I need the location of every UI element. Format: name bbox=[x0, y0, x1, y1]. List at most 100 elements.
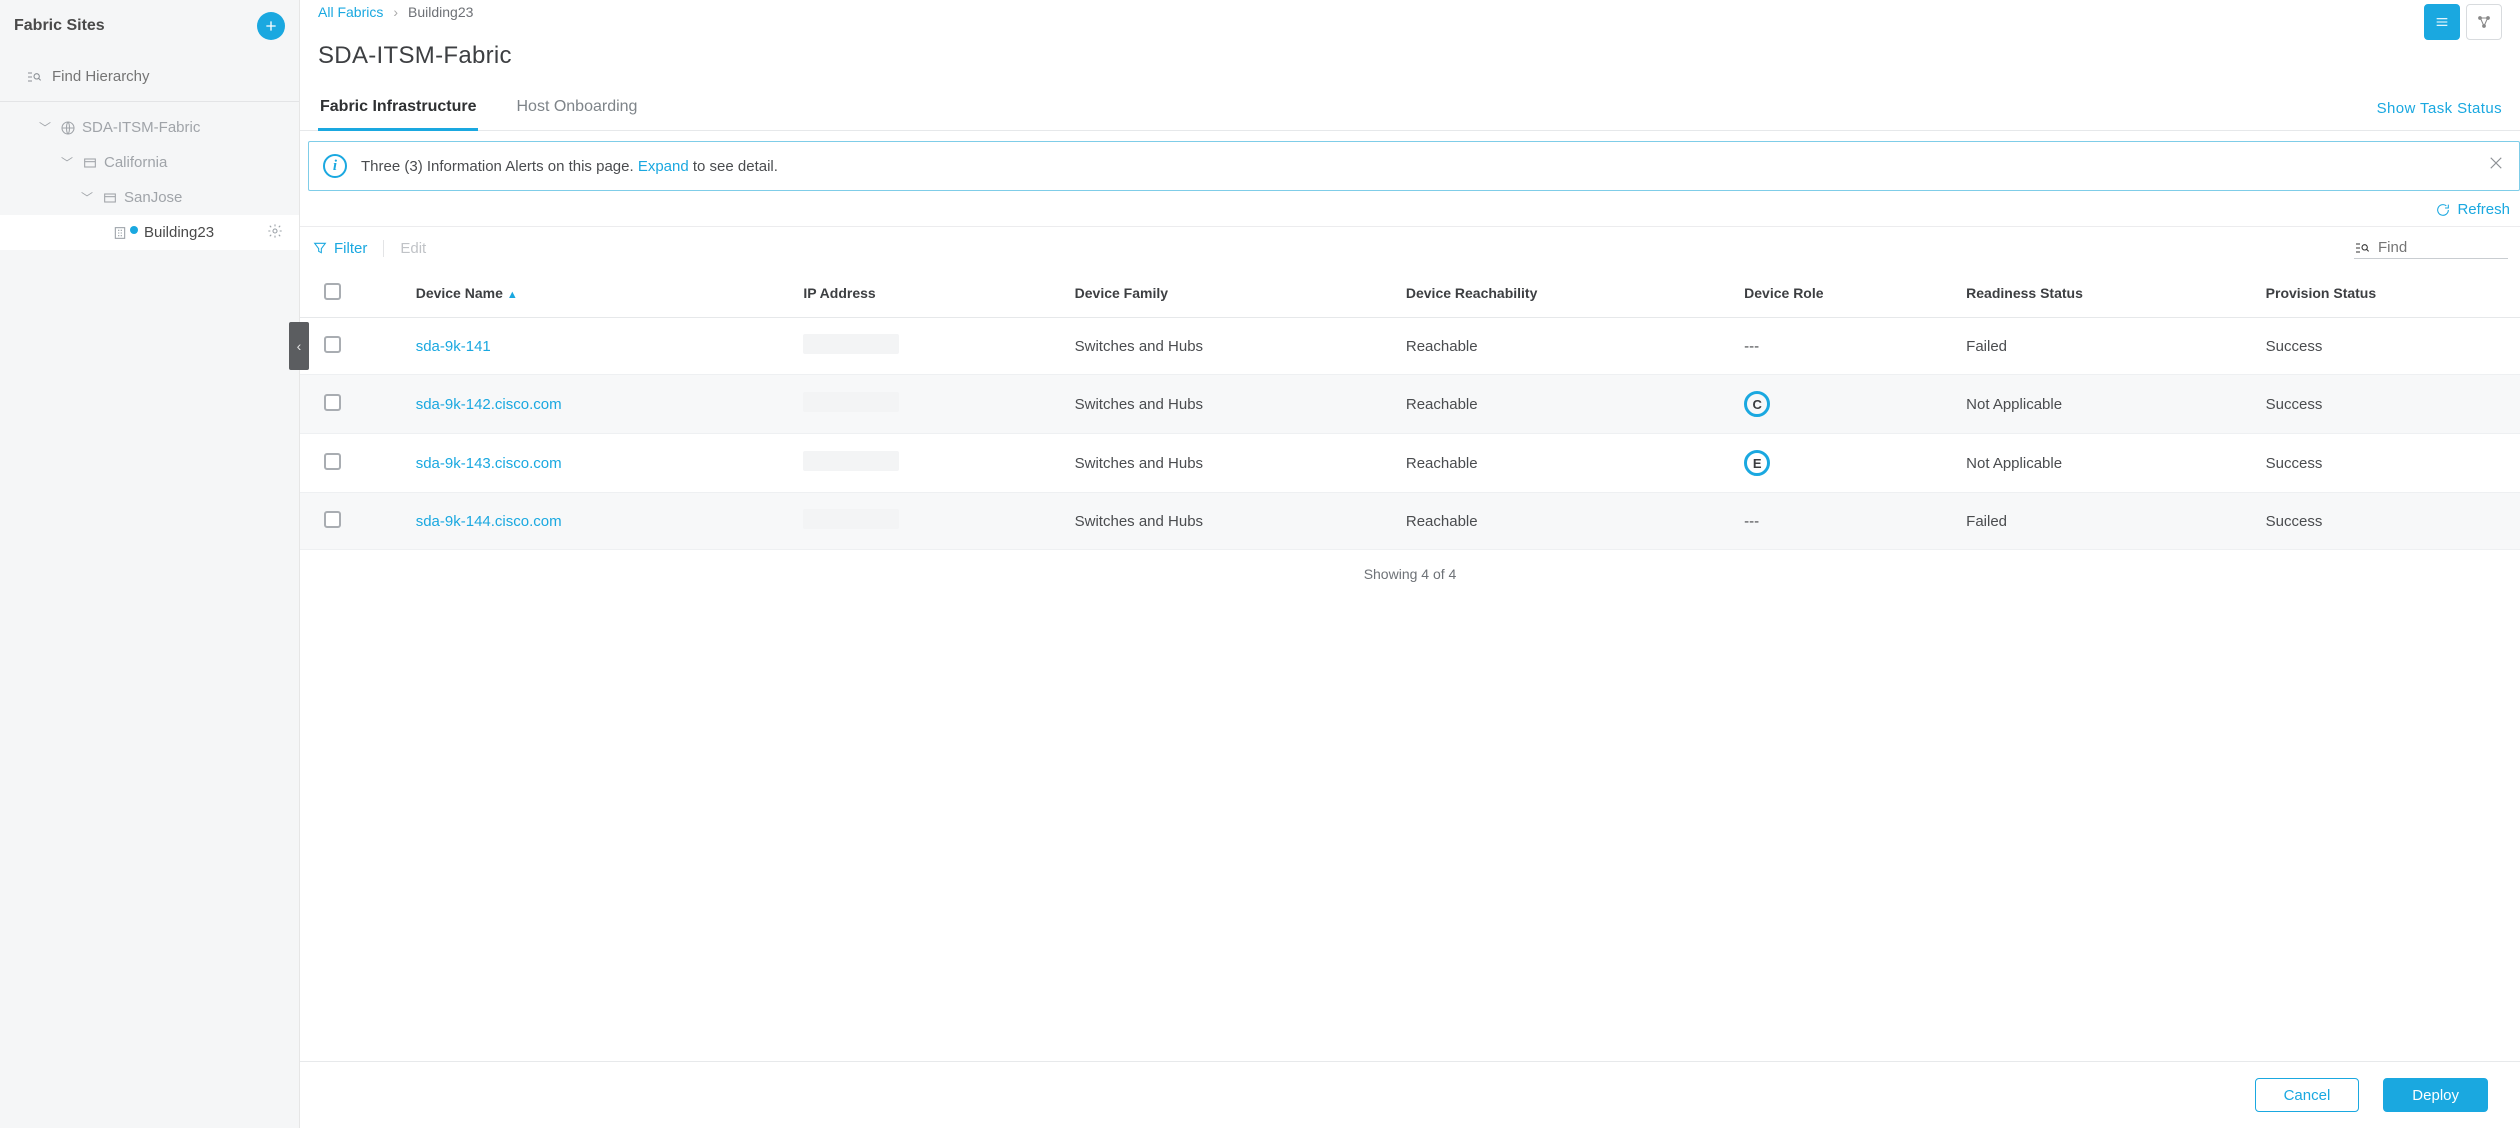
cell-readiness-status: Failed bbox=[1956, 493, 2256, 550]
area-icon bbox=[102, 190, 118, 206]
table-header-row: Device Name▲ IP Address Device Family De… bbox=[300, 269, 2520, 318]
breadcrumb: All Fabrics › Building23 bbox=[318, 4, 473, 20]
gear-icon bbox=[267, 223, 283, 239]
alert-text-post: to see detail. bbox=[689, 158, 778, 175]
checkbox-icon[interactable] bbox=[324, 511, 341, 528]
collapse-sidebar-button[interactable]: ‹ bbox=[289, 322, 309, 370]
redacted-ip bbox=[803, 451, 899, 471]
table-toolbar: Filter Edit bbox=[300, 226, 2520, 269]
sort-asc-icon: ▲ bbox=[507, 289, 518, 301]
main-panel: All Fabrics › Building23 SDA-ITSM-Fabric… bbox=[300, 0, 2520, 1128]
table-row[interactable]: sda-9k-144.cisco.com Switches and HubsRea… bbox=[300, 493, 2520, 550]
header-select-all[interactable] bbox=[300, 269, 406, 318]
tree-item-label: California bbox=[104, 154, 167, 171]
tree-item-sanjose[interactable]: ﹀ SanJose bbox=[0, 180, 299, 215]
find-hierarchy[interactable] bbox=[0, 52, 299, 102]
footer-actions: Cancel Deploy bbox=[300, 1061, 2520, 1128]
device-name-link[interactable]: sda-9k-142.cisco.com bbox=[416, 396, 562, 413]
tree-item-label: Building23 bbox=[144, 224, 214, 241]
top-bar: All Fabrics › Building23 bbox=[300, 0, 2520, 40]
row-select[interactable] bbox=[300, 434, 406, 493]
tab-fabric-infrastructure[interactable]: Fabric Infrastructure bbox=[318, 86, 478, 131]
alert-text-pre: Three (3) Information Alerts on this pag… bbox=[361, 158, 638, 175]
cell-device-family: Switches and Hubs bbox=[1065, 493, 1396, 550]
header-ip-address[interactable]: IP Address bbox=[793, 269, 1064, 318]
add-fabric-site-button[interactable] bbox=[257, 12, 285, 40]
cell-readiness-status: Not Applicable bbox=[1956, 434, 2256, 493]
cell-readiness-status: Not Applicable bbox=[1956, 375, 2256, 434]
list-search-icon bbox=[26, 69, 42, 85]
cell-ip-address bbox=[793, 493, 1064, 550]
checkbox-icon[interactable] bbox=[324, 394, 341, 411]
chevron-down-icon[interactable]: ﹀ bbox=[36, 119, 54, 136]
cell-device-reachability: Reachable bbox=[1396, 493, 1734, 550]
cell-device-name: sda-9k-141 bbox=[406, 318, 794, 375]
filter-button[interactable]: Filter bbox=[312, 240, 384, 257]
header-readiness-status[interactable]: Readiness Status bbox=[1956, 269, 2256, 318]
building-icon bbox=[112, 225, 128, 241]
row-select[interactable] bbox=[300, 318, 406, 375]
redacted-ip bbox=[803, 392, 899, 412]
breadcrumb-root[interactable]: All Fabrics bbox=[318, 4, 383, 20]
header-device-reachability[interactable]: Device Reachability bbox=[1396, 269, 1734, 318]
tree-item-label: SanJose bbox=[124, 189, 182, 206]
table-find[interactable] bbox=[2354, 237, 2508, 259]
cancel-button[interactable]: Cancel bbox=[2255, 1078, 2360, 1112]
table-summary: Showing 4 of 4 bbox=[300, 550, 2520, 598]
edit-button: Edit bbox=[400, 240, 426, 257]
cell-device-family: Switches and Hubs bbox=[1065, 318, 1396, 375]
page-title: SDA-ITSM-Fabric bbox=[300, 40, 2520, 70]
cell-provision-status: Success bbox=[2256, 434, 2520, 493]
cell-provision-status: Success bbox=[2256, 318, 2520, 375]
view-topology-button[interactable] bbox=[2466, 4, 2502, 40]
table-row[interactable]: sda-9k-142.cisco.comSwitches and HubsRea… bbox=[300, 375, 2520, 434]
redacted-ip bbox=[803, 509, 899, 529]
view-toggle bbox=[2424, 4, 2502, 40]
header-provision-status[interactable]: Provision Status bbox=[2256, 269, 2520, 318]
show-task-status-link[interactable]: Show Task Status bbox=[2377, 100, 2502, 117]
checkbox-icon[interactable] bbox=[324, 283, 341, 300]
cell-device-role: E bbox=[1734, 434, 1956, 493]
device-name-link[interactable]: sda-9k-141 bbox=[416, 338, 491, 355]
list-icon bbox=[2434, 14, 2450, 30]
device-name-link[interactable]: sda-9k-144.cisco.com bbox=[416, 513, 562, 530]
view-list-button[interactable] bbox=[2424, 4, 2460, 40]
tree-item-building23[interactable]: Building23 bbox=[0, 215, 299, 250]
header-device-role[interactable]: Device Role bbox=[1734, 269, 1956, 318]
checkbox-icon[interactable] bbox=[324, 453, 341, 470]
tree-item-root[interactable]: ﹀ SDA-ITSM-Fabric bbox=[0, 110, 299, 145]
chevron-left-icon: ‹ bbox=[297, 338, 302, 354]
chevron-down-icon[interactable]: ﹀ bbox=[78, 189, 96, 206]
chevron-down-icon[interactable]: ﹀ bbox=[58, 154, 76, 171]
deploy-button[interactable]: Deploy bbox=[2383, 1078, 2488, 1112]
device-role-text: --- bbox=[1744, 338, 1759, 355]
device-role-text: --- bbox=[1744, 513, 1759, 530]
row-select[interactable] bbox=[300, 375, 406, 434]
refresh-label: Refresh bbox=[2457, 201, 2510, 218]
tree-item-california[interactable]: ﹀ California bbox=[0, 145, 299, 180]
tree-item-settings-button[interactable] bbox=[267, 223, 283, 243]
row-select[interactable] bbox=[300, 493, 406, 550]
device-name-link[interactable]: sda-9k-143.cisco.com bbox=[416, 455, 562, 472]
table-find-input[interactable] bbox=[2378, 239, 2508, 256]
alert-close-button[interactable] bbox=[2487, 154, 2505, 178]
header-device-name[interactable]: Device Name▲ bbox=[406, 269, 794, 318]
cell-device-role: --- bbox=[1734, 493, 1956, 550]
globe-icon bbox=[60, 120, 76, 136]
cell-ip-address bbox=[793, 318, 1064, 375]
cell-ip-address bbox=[793, 375, 1064, 434]
info-alert: i Three (3) Information Alerts on this p… bbox=[308, 141, 2520, 191]
checkbox-icon[interactable] bbox=[324, 336, 341, 353]
header-device-family[interactable]: Device Family bbox=[1065, 269, 1396, 318]
sidebar-title: Fabric Sites bbox=[14, 17, 105, 35]
refresh-button[interactable]: Refresh bbox=[2435, 201, 2510, 218]
cell-device-name: sda-9k-144.cisco.com bbox=[406, 493, 794, 550]
alert-expand-link[interactable]: Expand bbox=[638, 158, 689, 175]
tab-host-onboarding[interactable]: Host Onboarding bbox=[514, 86, 639, 131]
find-hierarchy-input[interactable] bbox=[52, 68, 285, 85]
cell-device-role: C bbox=[1734, 375, 1956, 434]
table-row[interactable]: sda-9k-141Switches and HubsReachable---F… bbox=[300, 318, 2520, 375]
table-row[interactable]: sda-9k-143.cisco.comSwitches and HubsRea… bbox=[300, 434, 2520, 493]
sidebar: Fabric Sites ﹀ SDA-ITSM-Fabric ﹀ Califor… bbox=[0, 0, 300, 1128]
site-tree: ﹀ SDA-ITSM-Fabric ﹀ California ﹀ SanJose bbox=[0, 102, 299, 250]
